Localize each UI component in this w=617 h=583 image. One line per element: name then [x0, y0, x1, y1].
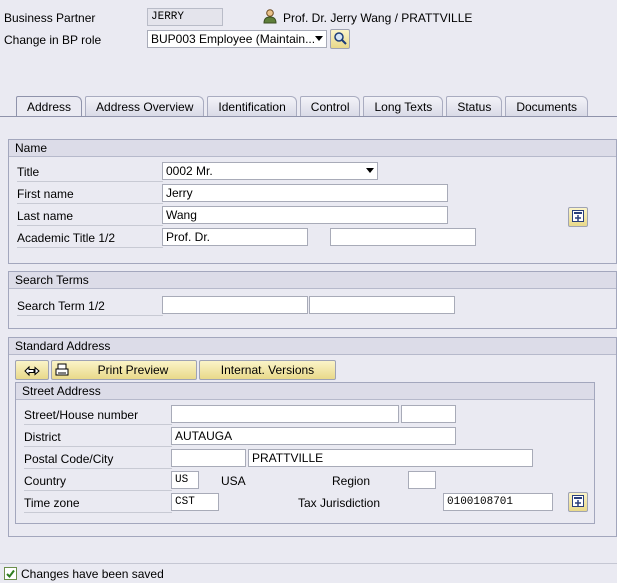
street-label: Street/House number — [24, 408, 139, 422]
district-field[interactable]: AUTAUGA — [171, 427, 456, 445]
business-partner-field[interactable]: JERRY — [147, 8, 223, 26]
bp-role-value: BUP003 Employee (Maintain... — [151, 32, 316, 46]
success-check-icon — [4, 567, 17, 580]
title-label: Title — [17, 165, 40, 179]
tab-control[interactable]: Control — [299, 96, 361, 117]
academic-title-1-field[interactable]: Prof. Dr. — [162, 228, 308, 246]
timezone-label: Time zone — [24, 496, 80, 510]
first-name-field[interactable]: Jerry — [162, 184, 448, 202]
address-navigation-button[interactable] — [15, 360, 49, 380]
status-message[interactable]: Changes have been saved — [21, 566, 164, 582]
tab-identification[interactable]: Identification — [207, 96, 297, 117]
tax-jurisdiction-label: Tax Jurisdiction — [298, 496, 381, 510]
title-label-line — [17, 181, 163, 182]
street-address-header: Street Address — [16, 383, 594, 400]
role-label: Change in BP role — [4, 33, 102, 47]
arrows-icon — [23, 363, 41, 377]
expand-fields-icon — [571, 494, 585, 511]
status-bar: Changes have been saved — [0, 563, 617, 583]
tab-long-texts[interactable]: Long Texts — [363, 96, 444, 117]
first-name-label-line — [17, 203, 163, 204]
more-address-fields-button[interactable] — [568, 492, 588, 512]
address-tab-panel: Name Title 0002 Mr. First name Jerry Las… — [0, 116, 617, 545]
street-address-group: Street Address Street/House number Distr… — [15, 382, 595, 524]
district-label-line — [24, 446, 172, 447]
country-code-field[interactable]: US — [171, 471, 199, 489]
print-preview-label: Print Preview — [97, 363, 169, 377]
bp-role-dropdown[interactable]: BUP003 Employee (Maintain... — [147, 30, 327, 48]
postal-label-line — [24, 468, 172, 469]
tab-strip: Address Address Overview Identification … — [16, 96, 591, 117]
search-terms-group: Search Terms Search Term 1/2 — [8, 271, 617, 329]
last-name-field[interactable]: Wang — [162, 206, 448, 224]
tab-status[interactable]: Status — [446, 96, 503, 117]
city-field[interactable]: PRATTVILLE — [248, 449, 533, 467]
region-label: Region — [332, 474, 371, 488]
district-label: District — [24, 430, 61, 444]
name-group-header: Name — [9, 140, 616, 157]
last-name-label-line — [17, 225, 163, 226]
tab-documents[interactable]: Documents — [505, 96, 589, 117]
academic-title-label: Academic Title 1/2 — [17, 231, 116, 245]
search-term-2-field[interactable] — [309, 296, 455, 314]
search-terms-header: Search Terms — [9, 272, 616, 289]
expand-fields-icon — [571, 209, 585, 226]
chevron-down-icon — [366, 168, 374, 173]
academic-label-line — [17, 247, 163, 248]
postal-code-field[interactable] — [171, 449, 246, 467]
standard-address-header: Standard Address — [9, 338, 616, 355]
name-group: Name Title 0002 Mr. First name Jerry Las… — [8, 139, 617, 264]
more-name-fields-button[interactable] — [568, 207, 588, 227]
tab-address-overview[interactable]: Address Overview — [85, 96, 205, 117]
print-preview-button[interactable]: Print Preview — [51, 360, 197, 380]
search-term-label: Search Term 1/2 — [17, 299, 105, 313]
first-name-label: First name — [17, 187, 74, 201]
standard-address-group: Standard Address Print Preview Internat.… — [8, 337, 617, 537]
person-icon — [262, 8, 278, 24]
role-details-button[interactable] — [330, 29, 350, 49]
last-name-label: Last name — [17, 209, 74, 223]
bp-name-display: Prof. Dr. Jerry Wang / PRATTVILLE — [283, 11, 473, 25]
country-name: USA — [221, 474, 246, 488]
internat-versions-button[interactable]: Internat. Versions — [199, 360, 336, 380]
country-label-line — [24, 490, 172, 491]
timezone-field[interactable]: CST — [171, 493, 219, 511]
region-field[interactable] — [408, 471, 436, 489]
title-value: 0002 Mr. — [166, 164, 213, 178]
tax-jurisdiction-field[interactable]: 0100108701 — [443, 493, 553, 511]
timezone-label-line — [24, 512, 172, 513]
house-number-field[interactable] — [401, 405, 456, 423]
street-label-line — [24, 424, 172, 425]
title-dropdown[interactable]: 0002 Mr. — [162, 162, 378, 180]
country-label: Country — [24, 474, 67, 488]
search-term-label-line — [17, 315, 163, 316]
magnifier-icon — [333, 31, 347, 48]
printer-icon — [55, 363, 69, 382]
chevron-down-icon — [315, 36, 323, 41]
street-field[interactable] — [171, 405, 399, 423]
postal-city-label: Postal Code/City — [24, 452, 114, 466]
academic-title-2-field[interactable] — [330, 228, 476, 246]
search-term-1-field[interactable] — [162, 296, 308, 314]
tab-address[interactable]: Address — [16, 96, 83, 117]
bp-label: Business Partner — [4, 11, 96, 25]
